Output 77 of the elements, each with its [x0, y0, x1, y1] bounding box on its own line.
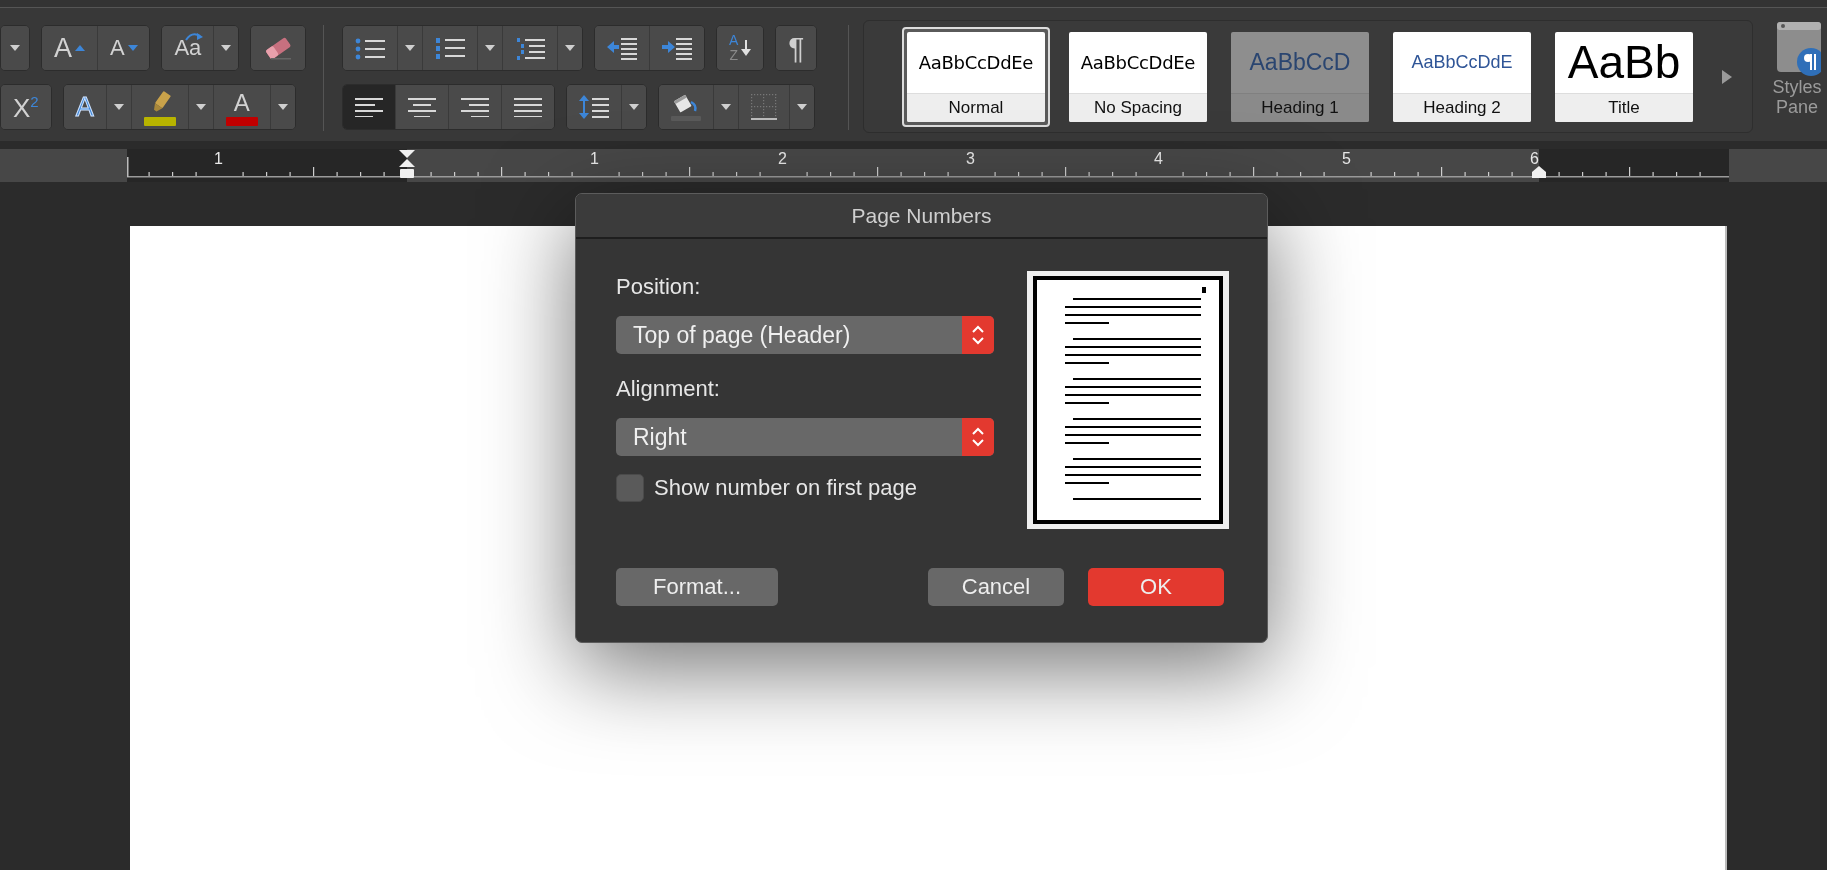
checkbox-label: Show number on first page	[654, 475, 917, 501]
align-center-icon	[408, 97, 436, 117]
style-name: Heading 2	[1393, 92, 1531, 122]
style-sample: AaBbCcDdEe	[1079, 50, 1197, 75]
caret-icon	[485, 45, 495, 51]
up-triangle-icon	[74, 45, 85, 51]
dialog-button[interactable]: Cancel	[928, 568, 1064, 606]
align-left-button[interactable]	[343, 85, 395, 129]
justify-icon	[514, 97, 542, 117]
style-sample: AaBbCcD	[1248, 47, 1352, 77]
caret-icon	[797, 104, 807, 110]
caret-icon	[721, 104, 731, 110]
style-sample: AaBbCcDdE	[1410, 50, 1514, 74]
dialog-title: Page Numbers	[851, 203, 992, 228]
ruler-number: 3	[966, 150, 975, 168]
left-indent-marker[interactable]	[399, 150, 415, 180]
justify-button[interactable]	[501, 85, 554, 129]
dialog-button[interactable]: Format...	[616, 568, 778, 606]
style-card[interactable]: AaBbCcDdEe No Spacing	[1069, 31, 1207, 122]
right-triangle-icon	[1722, 69, 1732, 84]
align-right-icon	[461, 97, 489, 117]
borders-icon	[751, 94, 777, 120]
ruler-number: 6	[1530, 150, 1539, 168]
decrease-indent-icon	[607, 35, 637, 61]
style-card[interactable]: AaBbCcD Heading 1	[1231, 31, 1369, 122]
caret-icon	[113, 104, 124, 110]
caret-icon	[565, 45, 575, 51]
caret-icon	[277, 104, 288, 110]
ruler-number: 1	[214, 150, 223, 168]
dropdown-button[interactable]	[269, 85, 295, 129]
increase-indent-button[interactable]	[649, 26, 704, 70]
alignment-dropdown[interactable]: Right	[616, 418, 994, 456]
style-name: Title	[1555, 92, 1693, 122]
align-left-icon	[355, 97, 383, 117]
caret-icon	[629, 104, 639, 110]
caret-icon	[195, 104, 206, 110]
dropdown-button[interactable]	[621, 85, 646, 129]
dropdown-button[interactable]	[1, 26, 29, 70]
position-dropdown[interactable]: Top of page (Header)	[616, 316, 994, 354]
style-card[interactable]: AaBbCcDdEe Normal	[902, 26, 1050, 127]
style-name: No Spacing	[1069, 92, 1207, 122]
style-sample: AaBb	[1566, 35, 1682, 90]
line-spacing-icon	[579, 95, 609, 119]
down-triangle-icon	[127, 45, 138, 51]
style-name: Heading 1	[1231, 92, 1369, 122]
dropdown-button[interactable]	[557, 26, 582, 70]
ruler-number: 5	[1342, 150, 1351, 168]
numbered-list-icon	[435, 36, 465, 60]
dropdown-button[interactable]	[789, 85, 814, 129]
alignment-label: Alignment:	[616, 376, 721, 403]
up-down-chevron-icon	[971, 426, 985, 448]
curved-arrow-icon	[184, 31, 205, 41]
clear-formatting-button[interactable]	[251, 26, 305, 70]
multilevel-list-icon	[515, 36, 545, 60]
style-sample: AaBbCcDdEe	[917, 50, 1035, 75]
show-formatting-button[interactable]: ¶	[776, 26, 817, 70]
up-down-chevron-icon	[971, 324, 985, 346]
caret-icon	[405, 45, 415, 51]
checkbox[interactable]	[616, 474, 644, 502]
caret-icon	[10, 45, 20, 51]
superscript-button[interactable]: X$^{2}$	[1, 85, 51, 129]
style-card[interactable]: AaBb Title	[1555, 31, 1693, 122]
ruler-number: 2	[778, 150, 787, 168]
ruler-number: 1	[590, 150, 599, 168]
ok-button[interactable]: OK	[1088, 568, 1224, 606]
styles-pane-button[interactable]: Styles Pane	[1767, 20, 1827, 118]
dropdown-button[interactable]	[213, 26, 239, 70]
bulleted-list-icon	[355, 36, 385, 60]
down-arrow-icon	[741, 40, 752, 56]
style-card[interactable]: AaBbCcDdE Heading 2	[1393, 31, 1531, 122]
shrink-font-button[interactable]: A	[96, 26, 150, 70]
caret-icon	[221, 45, 232, 51]
position-label: Position:	[616, 274, 702, 301]
increase-indent-icon	[662, 35, 692, 61]
ruler-number: 4	[1154, 150, 1163, 168]
paint-bucket-icon	[671, 93, 701, 121]
style-name: Normal	[907, 92, 1045, 122]
